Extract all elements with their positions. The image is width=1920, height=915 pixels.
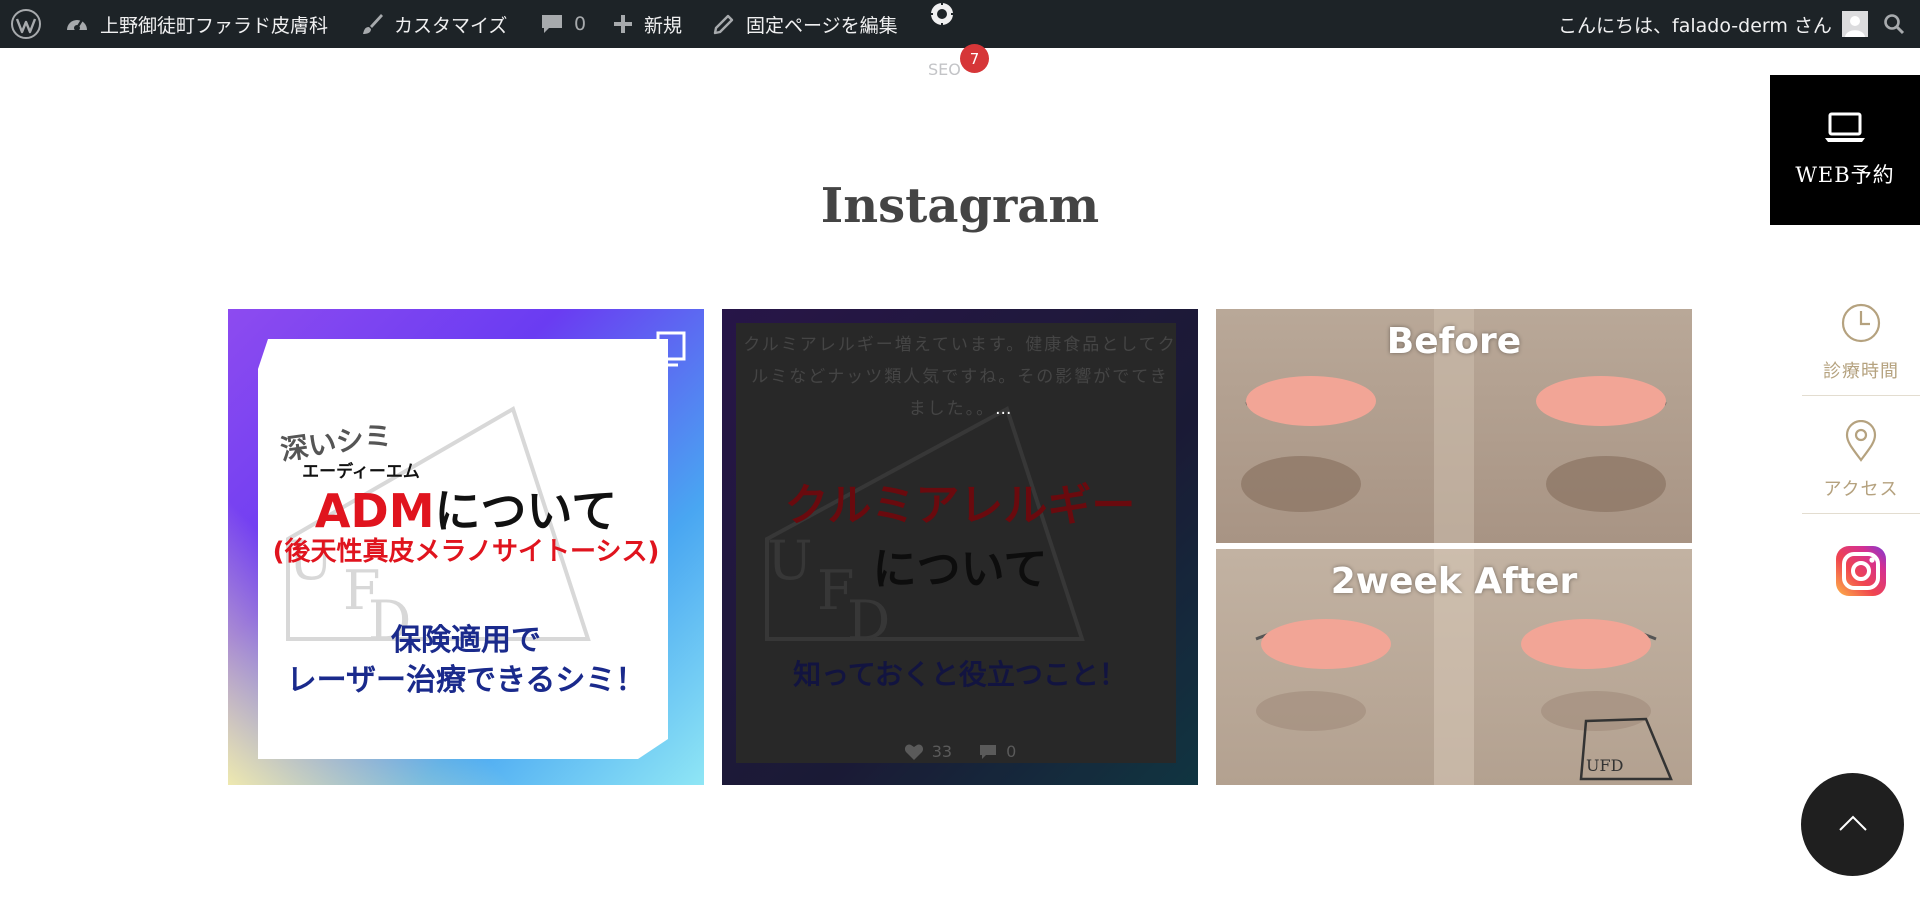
customize-menu[interactable]: カスタマイズ bbox=[360, 0, 507, 48]
edit-page-label: 固定ページを編集 bbox=[746, 14, 898, 37]
greeting-label: こんにちは、falado-derm さん bbox=[1558, 14, 1832, 37]
wordpress-icon bbox=[10, 8, 42, 40]
comment-icon bbox=[540, 12, 564, 36]
gear-icon bbox=[926, 0, 958, 32]
laptop-icon bbox=[1823, 111, 1867, 149]
pencil-icon bbox=[712, 12, 736, 36]
post2-comments: 0 bbox=[1006, 742, 1017, 761]
comment-icon bbox=[978, 743, 998, 761]
customize-label: カスタマイズ bbox=[394, 14, 508, 37]
clinic-hours-label: 診療時間 bbox=[1823, 361, 1899, 382]
post2-caption-ellipsis: ... bbox=[995, 399, 1012, 419]
comments-menu[interactable]: 0 bbox=[540, 0, 586, 48]
clock-icon bbox=[1840, 302, 1882, 349]
access-link[interactable]: アクセス bbox=[1802, 419, 1920, 501]
web-booking-button[interactable]: WEB予約 bbox=[1770, 75, 1920, 225]
new-label: 新規 bbox=[644, 14, 683, 37]
post2-caption-line1: クルミアレルギー増えています。健康食品としてク bbox=[743, 335, 1177, 355]
search-button[interactable] bbox=[1882, 0, 1906, 48]
seo-menu[interactable] bbox=[926, 0, 958, 48]
post-before-after-photo: UFD bbox=[1216, 309, 1692, 785]
seo-label[interactable]: SEO bbox=[928, 60, 961, 79]
post1-title-black: について bbox=[434, 484, 618, 538]
my-account-menu[interactable]: こんにちは、falado-derm さん bbox=[1558, 0, 1868, 48]
post2-likes: 33 bbox=[931, 742, 953, 761]
instagram-post-before-after[interactable]: UFD Before 2week After bbox=[1216, 309, 1692, 785]
post2-title-black: について bbox=[872, 544, 1048, 595]
search-icon bbox=[1882, 12, 1906, 36]
post2-caption: クルミアレルギー増えています。健康食品としてク ルミなどナッツ類人気ですね。その… bbox=[722, 329, 1198, 425]
side-divider bbox=[1802, 395, 1920, 396]
admin-bar: 上野御徒町ファラド皮膚科 カスタマイズ 0 新規 固定ページを編集 こんにちは、… bbox=[0, 0, 1920, 48]
heart-icon bbox=[904, 743, 924, 761]
post1-title-red: ADM bbox=[314, 484, 435, 538]
back-to-top-button[interactable] bbox=[1801, 773, 1904, 876]
brush-icon bbox=[360, 12, 384, 36]
clinic-hours-link[interactable]: 診療時間 bbox=[1802, 302, 1920, 383]
post1-blue2: レーザー治療できるシミ！ bbox=[286, 663, 646, 698]
post2-stats: 33 0 bbox=[722, 742, 1198, 761]
seo-notification-badge: 7 bbox=[960, 44, 989, 73]
comments-count: 0 bbox=[574, 13, 587, 35]
photo-after-label: 2week After bbox=[1330, 561, 1578, 602]
multi-image-icon bbox=[648, 329, 688, 369]
post2-caption-line2: ルミなどナッツ類人気ですね。その影響がでてき bbox=[751, 367, 1169, 387]
instagram-link[interactable] bbox=[1802, 545, 1920, 602]
photo-before-label: Before bbox=[1386, 321, 1522, 362]
plus-icon bbox=[612, 13, 634, 35]
post2-title-red: クルミアレルギー bbox=[784, 480, 1136, 531]
edit-page-menu[interactable]: 固定ページを編集 bbox=[712, 0, 898, 48]
post1-subtitle: (後天性真皮メラノサイトーシス) bbox=[272, 537, 660, 567]
chevron-up-icon bbox=[1837, 814, 1869, 836]
site-name-menu[interactable]: 上野御徒町ファラド皮膚科 bbox=[64, 0, 328, 48]
instagram-post-walnut[interactable]: U F D クルミアレルギー増えています。健康食品としてク ルミなどナッツ類人気… bbox=[722, 309, 1198, 785]
svg-text:UFD: UFD bbox=[1586, 756, 1623, 775]
location-pin-icon bbox=[1844, 419, 1878, 467]
post2-caption-line3: ました。。 bbox=[908, 399, 996, 419]
post2-subtitle: 知っておくと役立つこと！ bbox=[793, 658, 1127, 691]
avatar bbox=[1841, 11, 1868, 37]
web-booking-label: WEB予約 bbox=[1795, 163, 1895, 187]
site-name-label: 上野御徒町ファラド皮膚科 bbox=[100, 14, 329, 37]
side-divider bbox=[1802, 513, 1920, 514]
instagram-icon bbox=[1835, 545, 1887, 602]
instagram-section-title: Instagram bbox=[820, 178, 1100, 234]
access-label: アクセス bbox=[1823, 479, 1899, 500]
instagram-post-adm[interactable]: U F D 深いシミ エーディーエム ADMについて (後天性真皮メラノサイトー… bbox=[228, 309, 704, 785]
wp-logo-menu[interactable] bbox=[10, 0, 42, 48]
dashboard-icon bbox=[64, 11, 90, 37]
new-content-menu[interactable]: 新規 bbox=[612, 0, 682, 48]
post1-blue1: 保険適用で bbox=[391, 623, 541, 658]
